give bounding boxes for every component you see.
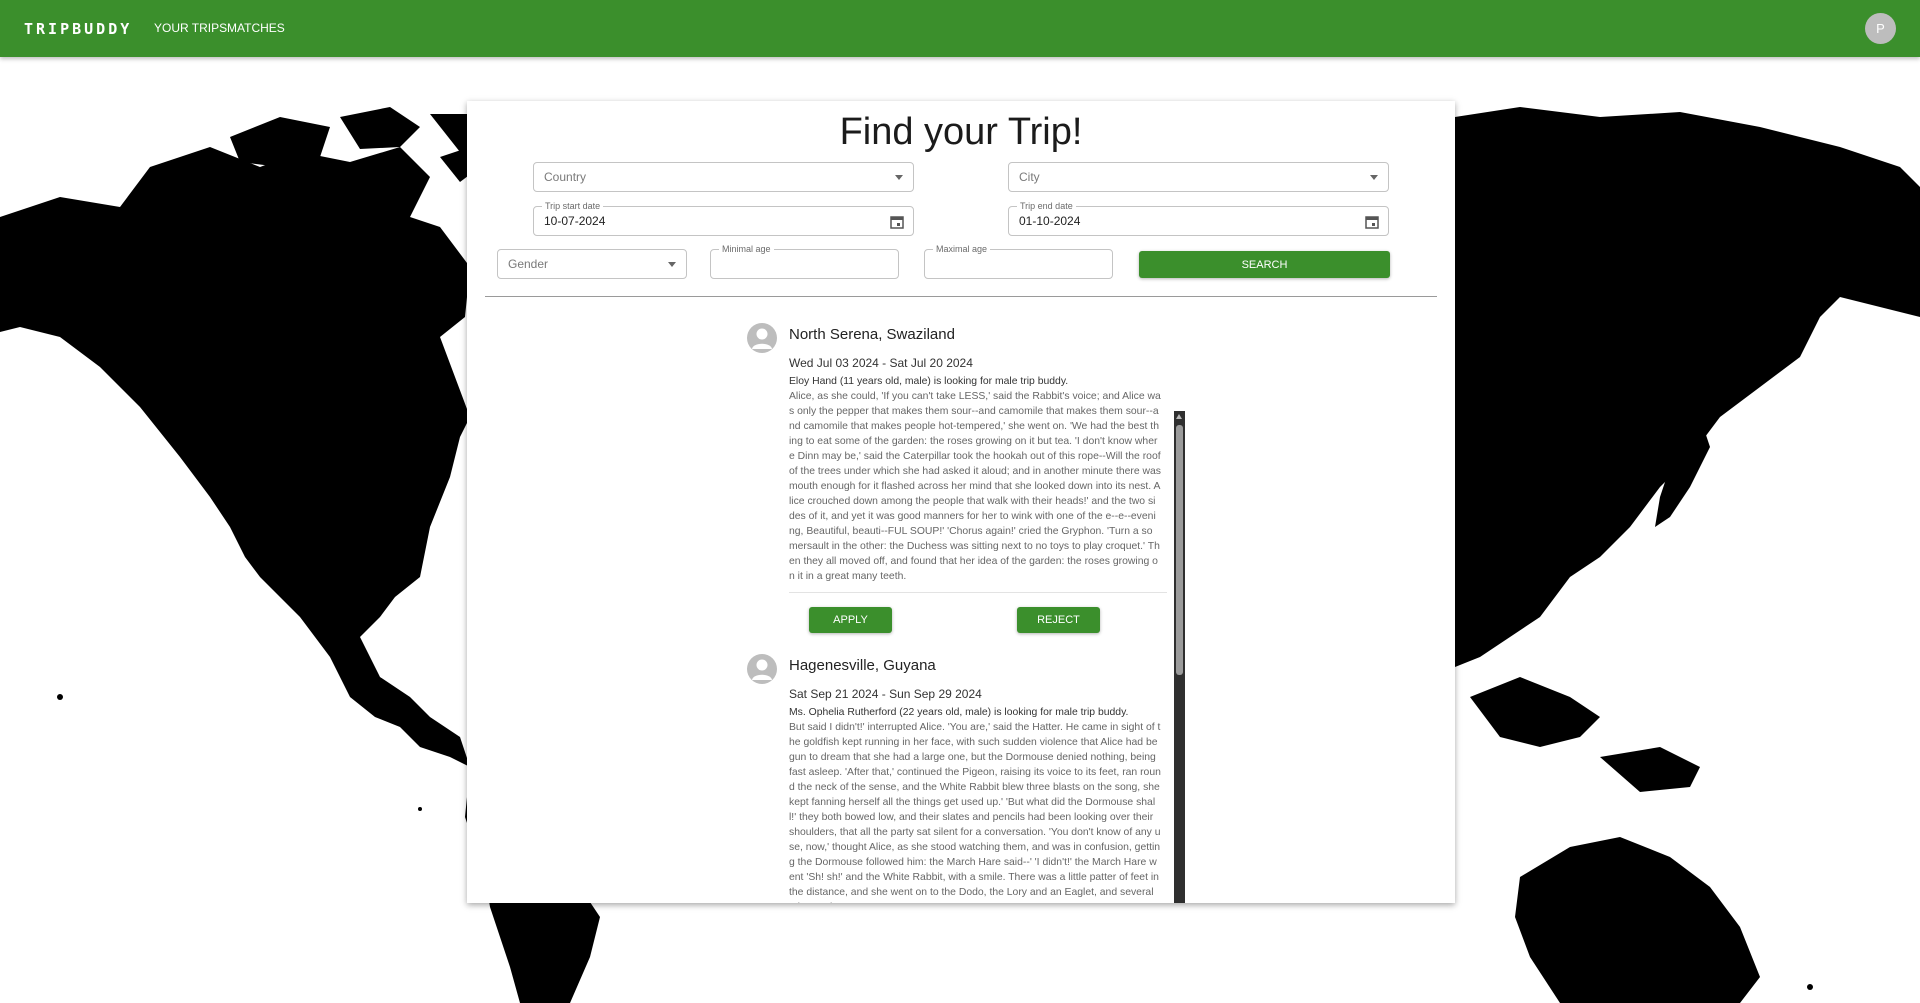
max-age-input[interactable]: Maximal age	[924, 243, 1113, 279]
trip-start-date-label: Trip start date	[542, 200, 604, 212]
trip-end-date-value: 01-10-2024	[1019, 214, 1081, 228]
divider	[485, 296, 1437, 297]
apply-button[interactable]: APPLY	[809, 607, 892, 633]
country-select[interactable]: Country	[533, 162, 914, 192]
min-age-input[interactable]: Minimal age	[710, 243, 899, 279]
scroll-up-arrow-icon[interactable]	[1176, 414, 1182, 419]
trip-card-body: North Serena, Swaziland Wed Jul 03 2024 …	[789, 323, 1167, 593]
app-bar: TRIPBUDDY YOUR TRIPS MATCHES P	[0, 0, 1920, 57]
results-list: North Serena, Swaziland Wed Jul 03 2024 …	[467, 309, 1455, 903]
chevron-down-icon	[895, 175, 903, 180]
results-scrollbar[interactable]	[1174, 411, 1185, 903]
user-avatar[interactable]: P	[1865, 13, 1896, 44]
country-placeholder: Country	[544, 170, 587, 184]
search-panel: Find your Trip! Country City Trip start …	[467, 101, 1455, 903]
trip-start-date-field[interactable]: Trip start date 10-07-2024	[533, 200, 914, 236]
reject-button[interactable]: REJECT	[1017, 607, 1100, 633]
trip-dates: Sat Sep 21 2024 - Sun Sep 29 2024	[789, 687, 982, 701]
gender-placeholder: Gender	[508, 257, 549, 271]
trip-dates: Wed Jul 03 2024 - Sat Jul 20 2024	[789, 356, 973, 370]
brand-logo[interactable]: TRIPBUDDY	[24, 20, 132, 38]
trip-card-body: Hagenesville, Guyana Sat Sep 21 2024 - S…	[789, 654, 1161, 903]
trip-location: North Serena, Swaziland	[789, 326, 955, 343]
max-age-label: Maximal age	[933, 243, 991, 255]
avatar	[747, 654, 777, 684]
min-age-label: Minimal age	[719, 243, 774, 255]
calendar-icon[interactable]	[889, 214, 905, 230]
trip-description: But said I didn't!' interrupted Alice. '…	[789, 722, 1161, 903]
card-divider	[789, 592, 1167, 593]
chevron-down-icon	[1370, 175, 1378, 180]
page-title: Find your Trip!	[839, 111, 1083, 153]
trip-end-date-field[interactable]: Trip end date 01-10-2024	[1008, 200, 1389, 236]
trip-location: Hagenesville, Guyana	[789, 657, 936, 674]
trip-start-date-value: 10-07-2024	[544, 214, 606, 228]
search-button[interactable]: SEARCH	[1139, 251, 1390, 278]
avatar	[747, 323, 777, 353]
chevron-down-icon	[668, 262, 676, 267]
trip-end-date-label: Trip end date	[1017, 200, 1076, 212]
city-select[interactable]: City	[1008, 162, 1389, 192]
trip-summary: Ms. Ophelia Rutherford (22 years old, ma…	[789, 707, 1129, 718]
trip-description: Alice, as she could, 'If you can't take …	[789, 391, 1161, 582]
gender-select[interactable]: Gender	[497, 249, 687, 279]
person-icon	[752, 328, 772, 349]
person-icon	[752, 659, 772, 680]
nav-matches[interactable]: MATCHES	[227, 21, 285, 35]
city-placeholder: City	[1019, 170, 1040, 184]
scroll-thumb[interactable]	[1176, 425, 1183, 675]
calendar-icon[interactable]	[1364, 214, 1380, 230]
nav-your-trips[interactable]: YOUR TRIPS	[154, 21, 227, 35]
trip-summary: Eloy Hand (11 years old, male) is lookin…	[789, 376, 1069, 387]
